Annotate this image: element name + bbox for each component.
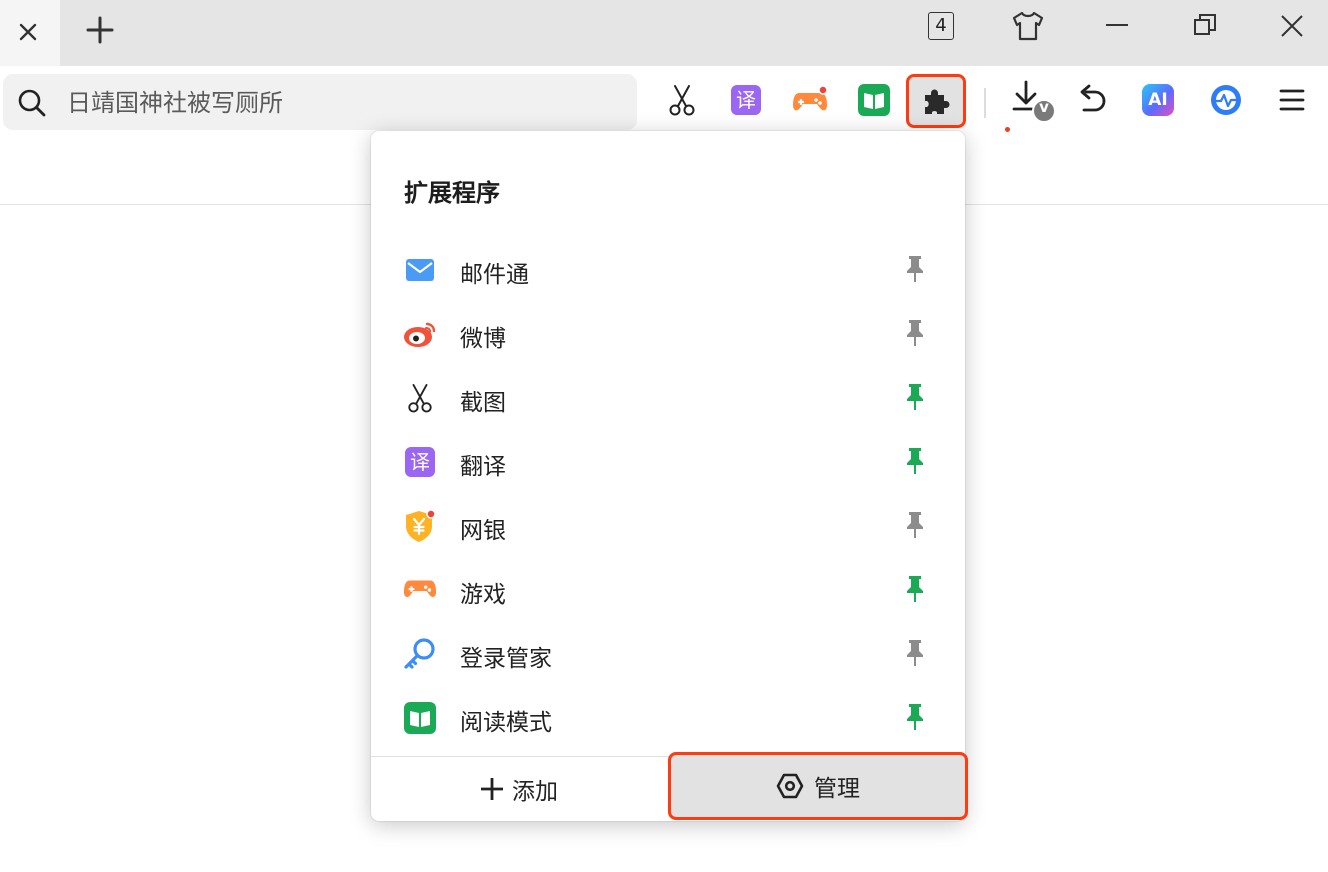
toolbar: 译 v AI: [0, 66, 1328, 136]
close-window-icon[interactable]: [1278, 12, 1306, 40]
scissors-icon: [669, 85, 695, 116]
address-bar[interactable]: [3, 74, 637, 130]
key-icon: [403, 637, 437, 671]
book-icon: [403, 701, 437, 735]
extension-item-weibo[interactable]: 微博: [371, 301, 965, 365]
pin-icon[interactable]: [902, 446, 928, 476]
gamepad-icon: [793, 85, 828, 111]
ai-button[interactable]: AI: [1138, 80, 1178, 120]
extension-item-screenshot[interactable]: 截图: [371, 365, 965, 429]
game-button[interactable]: [790, 80, 830, 120]
puzzle-icon: [925, 89, 950, 114]
main-menu-button[interactable]: [1272, 80, 1312, 120]
pin-icon[interactable]: [902, 702, 928, 732]
undo-close-button[interactable]: [1072, 80, 1112, 120]
search-icon: [18, 89, 46, 117]
new-tab-plus-icon[interactable]: [84, 14, 116, 46]
tab-count-button[interactable]: 4: [928, 12, 954, 40]
mail-icon: [403, 253, 437, 287]
pin-icon[interactable]: [902, 574, 928, 604]
pin-icon[interactable]: [902, 382, 928, 412]
pin-icon[interactable]: [902, 638, 928, 668]
gamepad-icon: [403, 573, 437, 607]
weibo-icon: [403, 317, 437, 351]
translate-icon: 译: [731, 85, 761, 115]
extension-label: 网银: [460, 518, 506, 544]
translate-glyph: 译: [405, 447, 435, 477]
extension-label: 翻译: [460, 454, 506, 480]
add-label: 添加: [512, 779, 558, 805]
book-icon: [858, 84, 890, 116]
popup-title: 扩展程序: [404, 179, 500, 207]
bank-shield-icon: [403, 509, 437, 543]
extension-label: 游戏: [460, 582, 506, 608]
extension-label: 截图: [460, 390, 506, 416]
undo-icon: [1080, 84, 1106, 112]
toolbar-divider: [984, 88, 986, 118]
manage-extensions-button[interactable]: 管理: [668, 752, 968, 820]
download-icon: [1012, 80, 1056, 123]
manage-label: 管理: [814, 776, 860, 802]
extensions-button[interactable]: [906, 74, 966, 128]
tab-strip: 4: [0, 0, 1328, 66]
plus-icon: [481, 778, 503, 800]
hamburger-menu-icon: [1279, 89, 1305, 111]
translate-icon: 译: [403, 445, 437, 479]
pin-icon[interactable]: [902, 254, 928, 284]
extension-item-reader[interactable]: 阅读模式: [371, 685, 965, 749]
extension-label: 登录管家: [460, 646, 552, 672]
settings-hexagon-icon: [776, 773, 804, 799]
ai-icon: AI: [1142, 84, 1174, 116]
close-tab-icon[interactable]: [14, 18, 42, 46]
sync-button[interactable]: [1206, 80, 1246, 120]
extension-label: 邮件通: [460, 262, 529, 288]
address-input[interactable]: [65, 84, 629, 122]
reader-mode-button[interactable]: [854, 80, 894, 120]
extension-label: 微博: [460, 326, 506, 352]
add-extension-button[interactable]: 添加: [371, 757, 667, 821]
extension-item-translate[interactable]: 译 翻译: [371, 429, 965, 493]
minimize-icon[interactable]: [1104, 12, 1130, 38]
download-dot-badge: [1005, 127, 1010, 132]
active-tab[interactable]: [0, 0, 60, 66]
pin-icon[interactable]: [902, 318, 928, 348]
extension-item-login-manager[interactable]: 登录管家: [371, 621, 965, 685]
extension-item-mail[interactable]: 邮件通: [371, 237, 965, 301]
screenshot-button[interactable]: [662, 80, 702, 120]
download-badge: v: [1039, 98, 1049, 116]
scissors-icon: [403, 381, 437, 415]
pin-icon[interactable]: [902, 510, 928, 540]
extensions-popup: 扩展程序 邮件通 微博 截图 译 翻译 网银 游戏 登录管家 阅读模式 添加 管…: [371, 131, 968, 821]
translate-button[interactable]: 译: [726, 80, 766, 120]
extension-item-game[interactable]: 游戏: [371, 557, 965, 621]
sync-heartbeat-icon: [1211, 85, 1241, 115]
download-button[interactable]: v: [1008, 78, 1058, 124]
extension-label: 阅读模式: [460, 710, 552, 736]
restore-window-icon[interactable]: [1192, 12, 1218, 38]
extension-item-bank[interactable]: 网银: [371, 493, 965, 557]
skin-tshirt-icon[interactable]: [1010, 10, 1046, 42]
